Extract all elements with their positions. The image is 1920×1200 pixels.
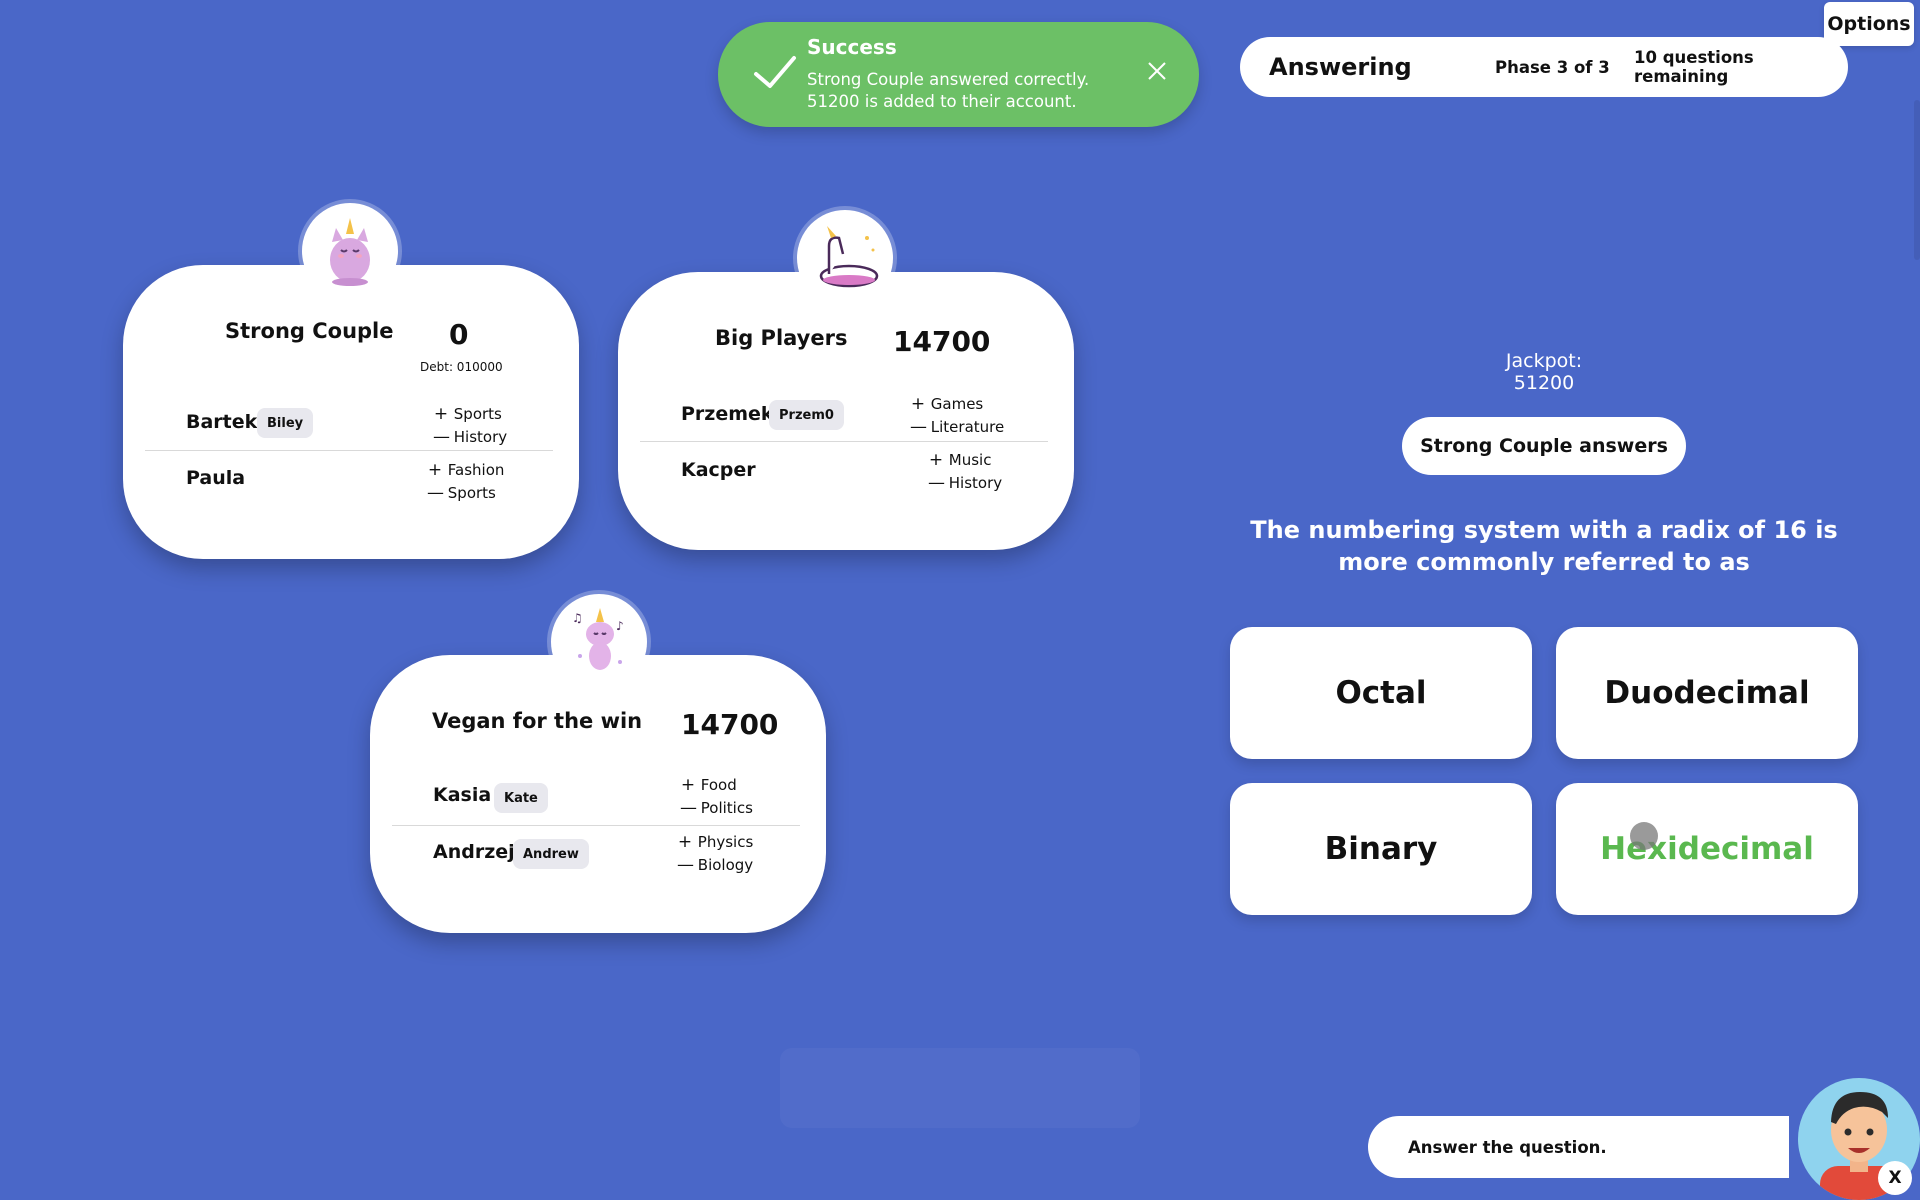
category-label: Literature [930,418,1005,436]
category-label: Food [700,776,737,794]
mouse-cursor [1630,822,1658,850]
unicorn-cat-icon [330,218,370,286]
unicorn-float-icon [819,226,879,288]
category-label: Music [948,451,992,469]
answer-option-c[interactable]: Binary [1230,783,1532,915]
team-avatar: ♫ ♪ [551,594,647,690]
minus-icon: — [427,483,444,503]
player-nickname: Kate [494,783,548,813]
team-card-vegan-for-the-win: Vegan for the win 14700 Kasia Kate + Foo… [370,655,826,933]
minus-category: — Politics [680,798,753,818]
dancing-unicorn-icon: ♫ ♪ [572,608,624,670]
minus-icon: — [680,798,697,818]
plus-category: + Fashion [427,460,505,480]
questions-remaining: 10 questions remaining [1634,48,1754,86]
minus-category: — History [433,427,507,447]
team-card-big-players: Big Players 14700 Przemek Przem0 + Games… [618,272,1074,550]
close-host-button[interactable]: X [1878,1161,1912,1195]
answer-option-d[interactable]: Hexidecimal [1556,783,1858,915]
divider [640,441,1048,442]
svg-text:♫: ♫ [572,611,583,625]
team-avatar [302,203,398,299]
category-label: History [948,474,1003,492]
plus-icon: + [677,832,693,852]
minus-category: — Sports [427,483,496,503]
svg-text:♪: ♪ [616,619,624,633]
player-nickname: Biley [257,408,314,438]
plus-category: + Food [680,775,737,795]
close-icon[interactable] [1145,59,1169,83]
player-nickname: Przem0 [769,400,844,430]
faded-panel [780,1048,1140,1128]
team-name: Strong Couple [225,319,394,343]
player-name: Andrzej [433,841,515,863]
answer-option-b[interactable]: Duodecimal [1556,627,1858,759]
plus-category: + Physics [677,832,753,852]
check-icon [754,56,796,88]
plus-icon: + [427,460,443,480]
minus-icon: — [677,855,694,875]
category-label: Biology [697,856,754,874]
category-label: Sports [447,484,496,502]
player-name: Kacper [681,459,756,481]
plus-icon: + [910,394,926,414]
plus-category: + Sports [433,404,502,424]
success-toast: Success Strong Couple answered correctly… [718,22,1199,127]
options-button[interactable]: Options [1824,2,1914,46]
minus-icon: — [433,427,450,447]
plus-icon: + [928,450,944,470]
status-bar: Answering Phase 3 of 3 10 questions rema… [1240,37,1848,97]
divider [145,450,553,451]
scrollbar[interactable] [1914,100,1920,260]
minus-icon: — [928,473,945,493]
question-text: The numbering system with a radix of 16 … [1250,516,1838,576]
minus-icon: — [910,417,927,437]
toast-line-2: 51200 is added to their account. [807,92,1077,111]
team-card-strong-couple: Strong Couple 0 Debt: 010000 Bartek Bile… [123,265,579,559]
player-name: Paula [186,467,246,489]
category-label: Physics [697,833,754,851]
phase-title: Answering [1269,53,1412,81]
team-score: 14700 [893,325,991,358]
answer-option-a[interactable]: Octal [1230,627,1532,759]
minus-category: — Biology [677,855,753,875]
toast-message: Strong Couple answered correctly. 51200 … [807,69,1089,113]
player-name: Bartek [186,411,258,433]
team-name: Big Players [715,326,848,350]
category-label: Politics [700,799,753,817]
answering-team-badge: Strong Couple answers [1402,417,1686,475]
phase-counter: Phase 3 of 3 [1495,57,1610,77]
player-nickname: Andrew [513,839,589,869]
category-label: Games [930,395,984,413]
player-name: Kasia [433,784,492,806]
plus-category: + Music [928,450,992,470]
team-debt: Debt: 010000 [420,360,503,374]
host-speech-bubble: Answer the question. [1368,1116,1789,1178]
category-label: Sports [453,405,502,423]
plus-icon: + [433,404,449,424]
minus-category: — History [928,473,1002,493]
jackpot: Jackpot: 51200 [1505,350,1583,394]
player-name: Przemek [681,403,774,425]
team-name: Vegan for the win [432,709,643,733]
toast-title: Success [807,35,897,59]
toast-line-1: Strong Couple answered correctly. [807,70,1090,89]
minus-category: — Literature [910,417,1004,437]
team-score: 14700 [681,708,779,741]
divider [392,825,800,826]
team-score: 0 [449,318,469,351]
plus-icon: + [680,775,696,795]
team-avatar [797,210,893,306]
category-label: History [453,428,508,446]
category-label: Fashion [447,461,505,479]
plus-category: + Games [910,394,983,414]
